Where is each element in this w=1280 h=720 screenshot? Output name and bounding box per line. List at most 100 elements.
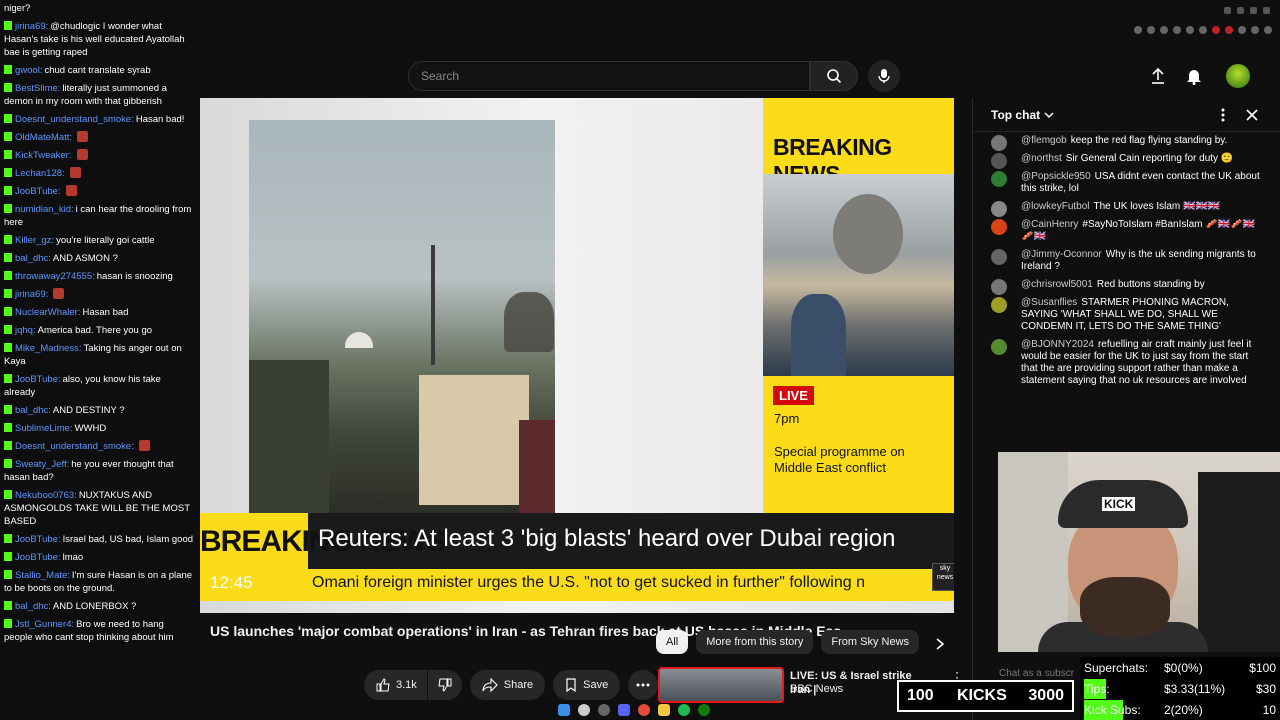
video-player[interactable]: BREAKING NEWS LIVE 7pm Special programme…: [200, 98, 954, 613]
chat-message[interactable]: @BJONNY2024 refuelling air craft mainly j…: [973, 336, 1280, 390]
kick-chat-username: bal_dhc:: [15, 253, 51, 264]
discord-icon[interactable]: [618, 704, 630, 716]
create-button[interactable]: [1146, 64, 1170, 88]
stat-goal: 10: [1262, 703, 1276, 717]
chat-message[interactable]: @flemgob keep the red flag flying standin…: [973, 132, 1280, 151]
kick-badge-icon: [4, 570, 12, 579]
chat-message[interactable]: @lowkeyFutbol The UK loves Islam 🇬🇧🇬🇧🇬🇧: [973, 198, 1280, 217]
chips-next-button[interactable]: [928, 632, 952, 656]
chat-username[interactable]: @Popsickle950: [1021, 171, 1091, 182]
chat-username[interactable]: @Jimmy-Oconnor: [1021, 249, 1102, 260]
recommended-channel[interactable]: BBC News: [790, 683, 843, 695]
avatar: [991, 219, 1007, 235]
chat-menu-button[interactable]: [1215, 106, 1231, 124]
voice-search-button[interactable]: [868, 60, 900, 92]
folder-icon[interactable]: [658, 704, 670, 716]
notifications-button[interactable]: [1182, 64, 1206, 88]
dislike-button[interactable]: [427, 670, 462, 700]
chat-text: The UK loves Islam 🇬🇧🇬🇧🇬🇧: [1093, 201, 1221, 212]
kicks-label: KICKS: [957, 687, 1007, 704]
kick-chat-message: Nekuboo0763: NUXTAKUS AND ASMONGOLDS TAKE…: [0, 487, 200, 531]
chip-from-sky-news[interactable]: From Sky News: [821, 630, 920, 654]
kick-chat-message: SublimeLime: WWHD: [0, 420, 200, 438]
kick-badge-icon: [4, 552, 12, 561]
share-button[interactable]: Share: [469, 670, 546, 700]
kick-chat-message: JooBTube: also, you know his take already: [0, 371, 200, 402]
account-avatar[interactable]: [1226, 64, 1250, 88]
kick-badge-icon: [4, 289, 12, 298]
chat-message[interactable]: @Popsickle950 USA didnt even contact the …: [973, 168, 1280, 198]
taskbar: [540, 700, 740, 720]
kick-chat-text: lmao: [62, 552, 84, 563]
kick-chat-message: JooBTube: Israel bad, US bad, Islam good: [0, 531, 200, 549]
kick-badge-icon: [4, 459, 12, 468]
kick-chat-text: WWHD: [74, 423, 107, 434]
kick-badge-icon: [4, 343, 12, 352]
chat-message[interactable]: @northst Sir General Cain reporting for d…: [973, 150, 1280, 169]
kick-chat-message: niger?: [0, 0, 200, 18]
avatar: [991, 201, 1007, 217]
search-input[interactable]: Search: [408, 61, 810, 91]
cap-logo-text: KICK: [1102, 497, 1136, 511]
kicks-goal: 3000: [1028, 687, 1064, 704]
emote-icon: [69, 167, 81, 178]
kicks-current: 100: [907, 687, 934, 704]
kick-chat-text: Hasan bad: [82, 307, 129, 318]
upload-icon: [1152, 67, 1164, 84]
windows-start-icon[interactable]: [558, 704, 570, 716]
chat-input[interactable]: Chat as a subscr: [999, 668, 1074, 679]
kick-chat-username: NuclearWhaler:: [15, 307, 81, 318]
kick-chat-username: jqhq:: [15, 325, 36, 336]
chat-close-button[interactable]: [1243, 106, 1261, 124]
kick-chat-message: numidian_kid: i can hear the drooling fro…: [0, 201, 200, 232]
search-button[interactable]: [810, 61, 858, 91]
share-icon: [482, 678, 498, 692]
kick-chat-username: Doesnt_understand_smoke:: [15, 441, 134, 452]
stat-row-tips: Tips: $3.33(11%) $30: [1084, 679, 1280, 699]
chat-message[interactable]: @Susanflies STARMER PHONING MACRON, SAYIN…: [973, 294, 1280, 336]
kick-chat-message: NuclearWhaler: Hasan bad: [0, 304, 200, 322]
kick-chat-text: Israel bad, US bad, Islam good: [62, 534, 194, 545]
obs-icon[interactable]: [598, 704, 610, 716]
kick-chat-message: Doesnt_understand_smoke:: [0, 438, 200, 456]
side-footage: [763, 174, 954, 376]
like-button[interactable]: 3.1k: [364, 670, 427, 700]
emote-icon: [65, 185, 77, 196]
kick-chat-username: JooBTube:: [15, 534, 61, 545]
kick-chat-message: jirina69: @chudlogic I wonder what Hasan'…: [0, 18, 200, 62]
spotify-icon[interactable]: [678, 704, 690, 716]
avatar: [991, 279, 1007, 295]
stat-goal: $100: [1249, 661, 1276, 675]
chip-all[interactable]: All: [656, 630, 689, 654]
kick-badge-icon: [4, 186, 12, 195]
chip-more-from-story[interactable]: More from this story: [696, 630, 814, 654]
kick-badge-icon: [4, 619, 12, 628]
chat-username[interactable]: @BJONNY2024: [1021, 339, 1094, 350]
search-icon: [827, 69, 842, 84]
chat-text: Red buttons standing by: [1096, 279, 1205, 290]
avatar: [991, 171, 1007, 187]
chat-username[interactable]: @flemgob: [1021, 135, 1067, 146]
chat-username[interactable]: @CainHenry: [1021, 219, 1078, 230]
chat-username[interactable]: @lowkeyFutbol: [1021, 201, 1090, 212]
chat-message[interactable]: @CainHenry #SayNoToIslam #BanIslam 🥓🇬🇧🥓🇬🇧…: [973, 216, 1280, 246]
save-button[interactable]: Save: [553, 670, 621, 700]
chat-message[interactable]: @Jimmy-Oconnor Why is the uk sending migr…: [973, 246, 1280, 276]
kick-chat-message: Stallio_Mate: I'm sure Hasan is on a plan…: [0, 567, 200, 598]
chat-message[interactable]: @chrisrowl5001 Red buttons standing by: [973, 276, 1280, 295]
kick-chat-message: Mike_Madness: Taking his anger out on Kay…: [0, 340, 200, 371]
more-actions-button[interactable]: [628, 670, 659, 700]
chat-username[interactable]: @Susanflies: [1021, 297, 1077, 308]
kick-chat-message: bal_dhc: AND DESTINY ?: [0, 402, 200, 420]
kick-chat-username: JooBTube:: [15, 552, 61, 563]
recommended-thumbnail[interactable]: [658, 667, 784, 703]
chat-username[interactable]: @northst: [1021, 153, 1062, 164]
top-chat-dropdown[interactable]: Top chat: [973, 98, 1280, 132]
chat-username[interactable]: @chrisrowl5001: [1021, 279, 1093, 290]
stat-label: Kick Subs:: [1084, 703, 1141, 717]
avatar: [991, 339, 1007, 355]
chrome-icon[interactable]: [638, 704, 650, 716]
search-taskbar-icon[interactable]: [578, 704, 590, 716]
side-time: 7pm: [774, 411, 800, 426]
xbox-icon[interactable]: [698, 704, 710, 716]
